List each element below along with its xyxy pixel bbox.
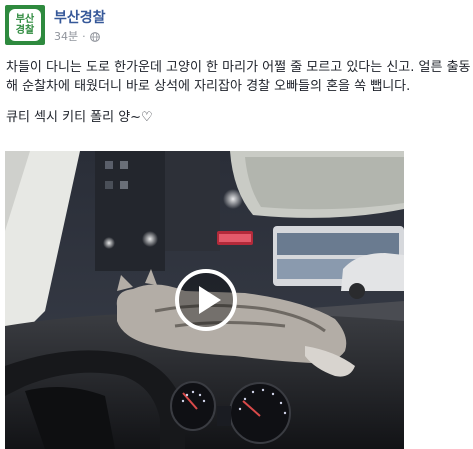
video-player[interactable] — [5, 151, 404, 449]
globe-icon — [89, 32, 100, 42]
post-paragraph: 차들이 다니는 도로 한가운데 고양이 한 마리가 어쩔 줄 모르고 있다는 신… — [6, 60, 471, 94]
avatar-text-line1: 부산 — [15, 14, 35, 25]
post-timestamp[interactable]: 34분 — [54, 28, 78, 44]
page-name-link[interactable]: 부산경찰 — [54, 7, 106, 27]
post-body: 차들이 다니는 도로 한가운데 고양이 한 마리가 어쩔 줄 모르고 있다는 신… — [6, 58, 472, 127]
meta-separator: · — [82, 29, 86, 43]
post-meta: 34분 · — [54, 28, 100, 44]
avatar-text-line2: 경찰 — [15, 25, 35, 36]
avatar-logo: 부산 경찰 — [9, 9, 41, 41]
page-avatar[interactable]: 부산 경찰 — [5, 5, 45, 45]
facebook-post: 부산 경찰 부산경찰 34분 · 차들이 다니는 도로 한가운데 고양이 한 마… — [0, 0, 473, 449]
post-paragraph: 큐티 섹시 키티 폴리 양~♡ — [6, 110, 153, 125]
play-icon[interactable] — [174, 268, 238, 332]
